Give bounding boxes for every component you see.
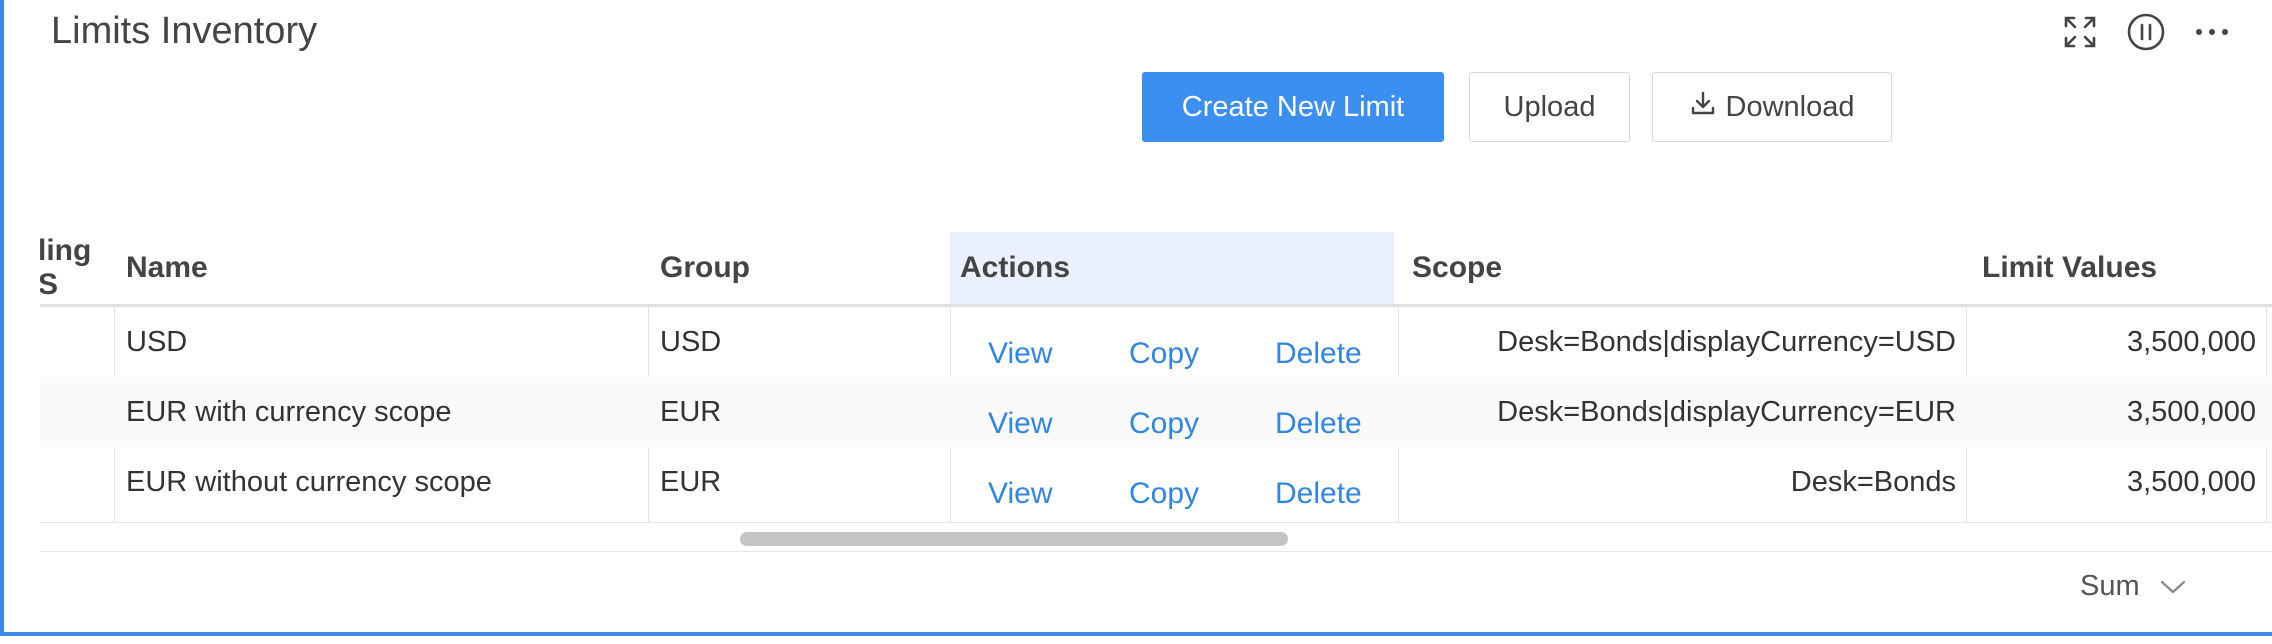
limit-value-cell: 3,500,000 (2126, 395, 2256, 428)
copy-link[interactable]: Copy (1129, 477, 1199, 511)
panel-title: Limits Inventory (51, 10, 318, 52)
expand-icon[interactable] (2060, 12, 2100, 52)
scope-cell: Desk=Bonds (1790, 465, 1956, 498)
group-cell: EUR (660, 465, 722, 498)
horizontal-scrollbar[interactable] (40, 522, 2272, 552)
name-cell: USD (126, 325, 188, 358)
group-cell: USD (660, 325, 722, 358)
column-header-actions[interactable]: Actions (950, 232, 1394, 304)
table-header: ling S Name Group Actions Scope Limit Va… (40, 232, 2272, 307)
download-icon (1690, 90, 1716, 124)
create-new-limit-button[interactable]: Create New Limit (1142, 72, 1444, 142)
pause-icon[interactable] (2126, 12, 2166, 52)
column-header-truncated[interactable]: ling S (40, 232, 116, 304)
view-link[interactable]: View (988, 337, 1052, 371)
delete-link[interactable]: Delete (1275, 407, 1362, 441)
panel-controls (2060, 12, 2232, 52)
chevron-down-icon (2160, 570, 2186, 603)
scope-cell: Desk=Bonds|displayCurrency=EUR (1497, 395, 1956, 428)
column-header-scope[interactable]: Scope (1402, 232, 1972, 304)
group-cell: EUR (660, 395, 722, 428)
aggregate-label: Sum (2080, 570, 2140, 602)
limits-table: ling S Name Group Actions Scope Limit Va… (40, 232, 2272, 522)
download-label: Download (1725, 90, 1855, 123)
copy-link[interactable]: Copy (1129, 407, 1199, 441)
limit-value-cell: 3,500,000 (2126, 465, 2256, 498)
delete-link[interactable]: Delete (1275, 337, 1362, 371)
scrollbar-thumb[interactable] (740, 532, 1288, 546)
view-link[interactable]: View (988, 477, 1052, 511)
table-row[interactable]: EUR with currency scope EUR View Copy De… (40, 377, 2272, 447)
table-row[interactable]: USD USD View Copy Delete Desk=Bonds|disp… (40, 307, 2272, 377)
download-button[interactable]: Download (1652, 72, 1892, 142)
delete-link[interactable]: Delete (1275, 477, 1362, 511)
copy-link[interactable]: Copy (1129, 337, 1199, 371)
view-link[interactable]: View (988, 407, 1052, 441)
upload-button[interactable]: Upload (1469, 72, 1630, 142)
aggregate-selector[interactable]: Sum (2080, 570, 2186, 603)
column-header-limit-values[interactable]: Limit Values (1972, 232, 2272, 304)
table-row[interactable]: EUR without currency scope EUR View Copy… (40, 447, 2272, 517)
more-icon[interactable] (2192, 12, 2232, 52)
scope-cell: Desk=Bonds|displayCurrency=USD (1497, 325, 1956, 358)
name-cell: EUR without currency scope (126, 465, 492, 498)
limit-value-cell: 3,500,000 (2126, 325, 2256, 358)
name-cell: EUR with currency scope (126, 395, 452, 428)
column-header-name[interactable]: Name (116, 232, 650, 304)
column-header-group[interactable]: Group (650, 232, 960, 304)
